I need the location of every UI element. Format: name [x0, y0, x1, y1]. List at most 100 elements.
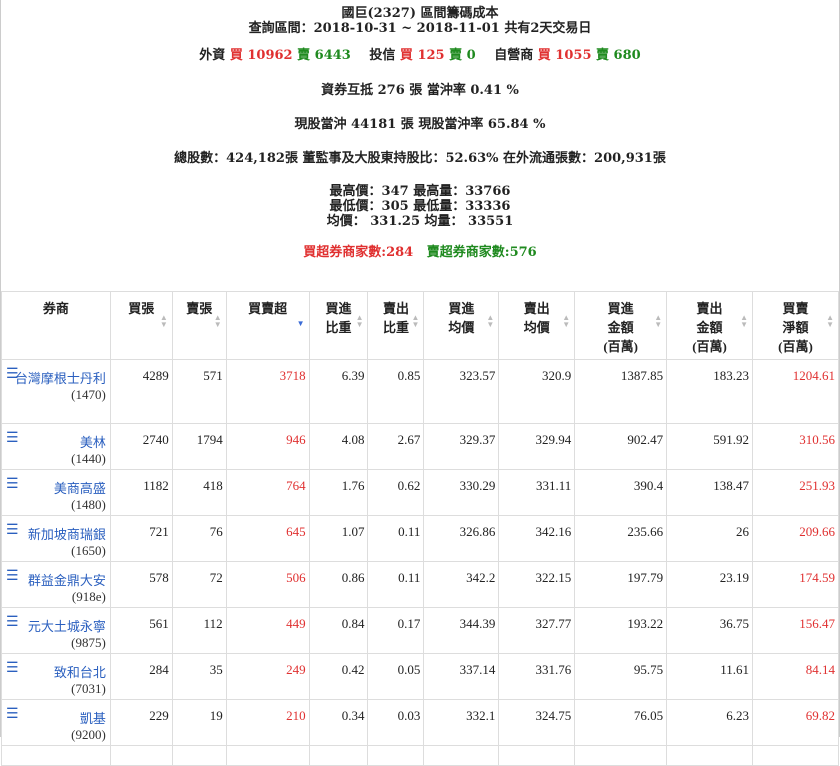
- cell-buy-amt: 902.47: [574, 423, 668, 470]
- cell-buy-avg: 329.37: [423, 423, 500, 470]
- list-icon[interactable]: ☰: [6, 660, 19, 677]
- sort-icon[interactable]: ▲ ▼: [356, 314, 364, 329]
- cell-sell-avg: 342.16: [498, 515, 576, 562]
- broker-code: (1470): [71, 387, 106, 402]
- sort-icon[interactable]: ▲ ▼: [486, 314, 494, 329]
- cell-net-amt: 84.14: [752, 653, 839, 700]
- list-icon[interactable]: ☰: [6, 522, 19, 539]
- cell-sell-pct: 0.17: [367, 607, 425, 654]
- cell-buy-avg: 332.1: [423, 699, 500, 746]
- empty-cell: [171, 745, 227, 766]
- cell-buy-pct: 4.08: [308, 423, 369, 470]
- column-header-4[interactable]: 買進 比重 ▲ ▼: [308, 291, 369, 360]
- column-header-1[interactable]: 買張 ▲ ▼: [109, 291, 173, 360]
- inst-dealer: 自營商 買 1055 賣 680: [494, 48, 641, 63]
- column-label: 賣出 均價: [523, 301, 550, 335]
- daytrade-line: 現股當沖 44181 張 現股當沖率 65.84 %: [294, 117, 546, 132]
- summary-header: 國巨(2327) 區間籌碼成本 查詢區間：2018-10-31 ~ 2018-1…: [1, 0, 839, 260]
- empty-cell: [225, 745, 310, 766]
- cell-sell-avg: 329.94: [498, 423, 576, 470]
- column-header-7[interactable]: 賣出 均價 ▲ ▼: [498, 291, 576, 360]
- inst-foreign: 外資 買 10962 賣 6443: [199, 48, 351, 63]
- column-label: 賣張: [186, 301, 213, 316]
- sort-icon[interactable]: ▲ ▼: [214, 314, 222, 329]
- broker-cell: ☰ 群益金鼎大安 (918e): [1, 561, 111, 608]
- broker-link[interactable]: 美林: [80, 435, 106, 450]
- sort-icon[interactable]: ▲ ▼: [562, 314, 570, 329]
- price-high-line: 最高價：347 最高量：33766: [329, 184, 511, 199]
- sort-icon[interactable]: ▲ ▼: [740, 314, 748, 329]
- broker-counts: 買超券商家數:284 賣超券商家數:576: [1, 245, 839, 260]
- cell-sell: 571: [171, 359, 227, 424]
- buy-broker-count: 買超券商家數:284: [303, 245, 414, 260]
- column-label: 買進 比重: [325, 301, 352, 335]
- column-header-5[interactable]: 賣出 比重 ▲ ▼: [367, 291, 425, 360]
- column-label: 券商: [42, 301, 69, 316]
- cell-net-amt: 310.56: [752, 423, 839, 470]
- sell-broker-count: 賣超券商家數:576: [426, 245, 537, 260]
- price-stats: 最高價：347 最高量：33766 最低價：305 最低量：33336 均價： …: [1, 184, 839, 229]
- cell-buy-amt: 235.66: [574, 515, 668, 562]
- column-header-3[interactable]: 買賣超 ▼: [225, 291, 310, 360]
- cell-buy: 561: [109, 607, 173, 654]
- sort-icon[interactable]: ▲ ▼: [826, 314, 834, 329]
- cell-buy-amt: 197.79: [574, 561, 668, 608]
- cell-sell-amt: 138.47: [666, 469, 753, 516]
- empty-cell: [109, 745, 173, 766]
- column-header-2[interactable]: 賣張 ▲ ▼: [171, 291, 227, 360]
- column-header-6[interactable]: 買進 均價 ▲ ▼: [423, 291, 500, 360]
- table-row: ☰ 元大土城永寧 (9875) 561 112 449 0.84 0.17 344.39 327.…: [1, 607, 839, 654]
- broker-link[interactable]: 群益金鼎大安: [28, 573, 106, 588]
- broker-link[interactable]: 新加坡商瑞銀: [28, 527, 106, 542]
- sort-icon[interactable]: ▲ ▼: [654, 314, 662, 329]
- broker-link[interactable]: 元大土城永寧: [28, 619, 106, 634]
- empty-cell: [574, 745, 668, 766]
- cell-buy: 721: [109, 515, 173, 562]
- column-header-9[interactable]: 賣出 金額 (百萬) ▲ ▼: [666, 291, 753, 360]
- price-low-line: 最低價：305 最低量：33336: [329, 199, 511, 214]
- cell-sell: 418: [171, 469, 227, 516]
- cell-buy-avg: 326.86: [423, 515, 500, 562]
- cell-sell-amt: 183.23: [666, 359, 753, 424]
- cell-sell-amt: 23.19: [666, 561, 753, 608]
- empty-cell: [666, 745, 753, 766]
- empty-cell: [752, 745, 839, 766]
- cell-sell-avg: 331.11: [498, 469, 576, 516]
- column-header-10[interactable]: 買賣 淨額 (百萬) ▲ ▼: [752, 291, 839, 360]
- cell-net: 449: [225, 607, 310, 654]
- broker-link[interactable]: 台灣摩根士丹利: [15, 371, 106, 386]
- table-row: ☰ 群益金鼎大安 (918e) 578 72 506 0.86 0.11 342.2 322.15…: [1, 561, 839, 608]
- cell-sell-avg: 324.75: [498, 699, 576, 746]
- cell-sell-amt: 11.61: [666, 653, 753, 700]
- column-label: 賣出 比重: [382, 301, 409, 335]
- table-row: ☰ 美林 (1440) 2740 1794 946 4.08 2.67 329.37 329.94…: [1, 423, 839, 470]
- cell-net: 764: [225, 469, 310, 516]
- cell-sell-amt: 591.92: [666, 423, 753, 470]
- cell-net-amt: 69.82: [752, 699, 839, 746]
- list-icon[interactable]: ☰: [6, 476, 19, 493]
- broker-cell: ☰ 元大土城永寧 (9875): [1, 607, 111, 654]
- list-icon[interactable]: ☰: [6, 568, 19, 585]
- empty-cell: [308, 745, 369, 766]
- cell-sell: 1794: [171, 423, 227, 470]
- column-label: 買賣 淨額 (百萬): [778, 301, 813, 354]
- broker-code: (9200): [71, 727, 106, 742]
- broker-link[interactable]: 致和台北: [54, 665, 106, 680]
- cell-buy-avg: 344.39: [423, 607, 500, 654]
- column-header-8[interactable]: 買進 金額 (百萬) ▲ ▼: [574, 291, 668, 360]
- list-icon[interactable]: ☰: [6, 366, 19, 383]
- cell-buy: 229: [109, 699, 173, 746]
- cell-buy-amt: 95.75: [574, 653, 668, 700]
- broker-link[interactable]: 凱基: [80, 711, 106, 726]
- broker-link[interactable]: 美商高盛: [54, 481, 106, 496]
- broker-code: (7031): [71, 681, 106, 696]
- cell-buy: 4289: [109, 359, 173, 424]
- cell-sell: 112: [171, 607, 227, 654]
- list-icon[interactable]: ☰: [6, 706, 19, 723]
- sort-icon[interactable]: ▲ ▼: [160, 314, 168, 329]
- sort-icon[interactable]: ▼: [297, 320, 305, 328]
- list-icon[interactable]: ☰: [6, 614, 19, 631]
- list-icon[interactable]: ☰: [6, 430, 19, 447]
- cell-sell-pct: 0.03: [367, 699, 425, 746]
- sort-icon[interactable]: ▲ ▼: [411, 314, 419, 329]
